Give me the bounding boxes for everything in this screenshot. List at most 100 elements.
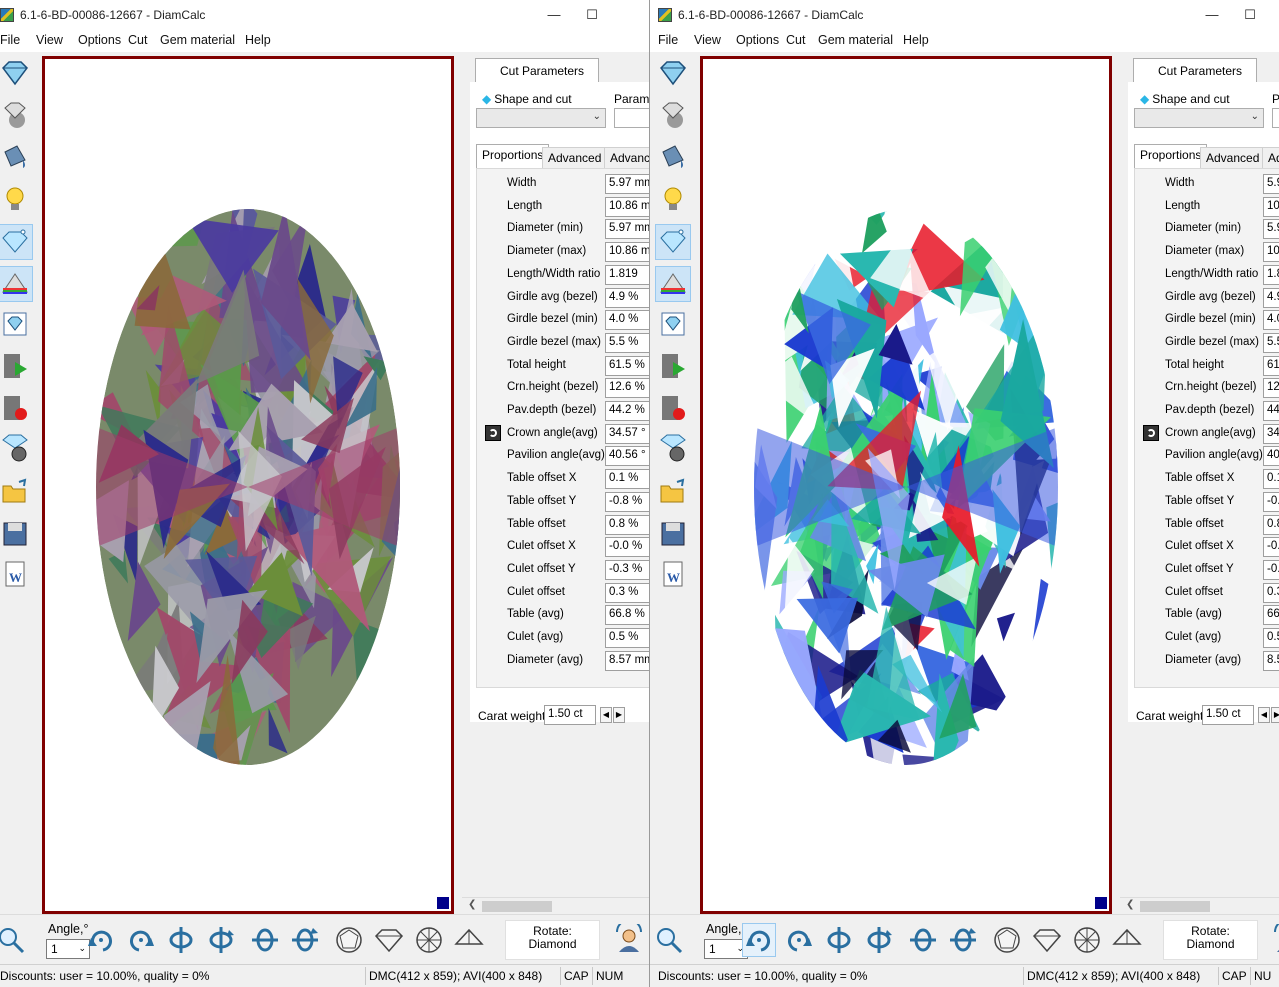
scroll-thumb[interactable]	[1140, 901, 1210, 912]
maximize-icon[interactable]: ☐	[580, 4, 604, 26]
rotate-mode-box[interactable]: Rotate: Diamond	[505, 920, 600, 960]
spin-right-button[interactable]: ▶	[1271, 707, 1279, 723]
gem-on-sphere-icon[interactable]	[0, 98, 33, 134]
tab-ad[interactable]: Ad	[1262, 147, 1279, 168]
open-folder-icon[interactable]	[655, 474, 691, 510]
diamond-view-icon[interactable]	[655, 56, 691, 92]
sparkle-diamond-icon[interactable]	[655, 224, 691, 260]
menu-help[interactable]: Help	[903, 33, 929, 47]
prop-value-field[interactable]: 61.5 %	[605, 355, 649, 376]
zoom-icon[interactable]	[652, 923, 686, 957]
top-view-icon[interactable]	[990, 923, 1024, 957]
crown-angle-icon[interactable]	[1143, 424, 1159, 441]
prop-value-field[interactable]: 10.86 mm	[605, 242, 649, 263]
flip-horizontal-icon[interactable]	[164, 923, 198, 957]
prop-value-field[interactable]: 4.9 %	[605, 287, 649, 308]
zoom-icon[interactable]	[0, 923, 28, 957]
save-disk-icon[interactable]	[0, 516, 33, 552]
prop-value-field[interactable]: 10	[1263, 242, 1279, 263]
prop-value-field[interactable]: 8.5	[1263, 650, 1279, 671]
prop-value-field[interactable]: 40.56 °	[605, 446, 649, 467]
tilt-back-icon[interactable]	[946, 923, 980, 957]
panel-scrollbar[interactable]: ❮	[462, 897, 649, 914]
open-folder-icon[interactable]	[0, 474, 33, 510]
tab-cut-parameters[interactable]: Cut Parameters	[1133, 58, 1257, 82]
profile-view-icon[interactable]	[452, 923, 486, 957]
resize-corner[interactable]	[1095, 897, 1107, 909]
tilt-back-icon[interactable]	[288, 923, 322, 957]
rotate-cw-icon[interactable]	[84, 923, 118, 957]
shape-combo[interactable]: ⌄	[476, 108, 606, 128]
prop-value-field[interactable]: -0.8 %	[605, 491, 649, 512]
diamond-render[interactable]	[703, 59, 1109, 911]
prop-value-field[interactable]: 12	[1263, 378, 1279, 399]
gem-on-sphere-icon[interactable]	[655, 98, 691, 134]
spin-right-button[interactable]: ▶	[613, 707, 625, 723]
diamond-view-icon[interactable]	[0, 56, 33, 92]
minimize-icon[interactable]: —	[542, 4, 566, 26]
prop-value-field[interactable]: 8.57 mm	[605, 650, 649, 671]
prop-value-field[interactable]: 0.1 %	[605, 469, 649, 490]
resize-corner[interactable]	[437, 897, 449, 909]
menu-file[interactable]: File	[0, 33, 20, 47]
rotate-ccw-icon[interactable]	[782, 923, 816, 957]
diamond-viewport[interactable]	[42, 56, 454, 914]
flip-horizontal-2-icon[interactable]	[862, 923, 896, 957]
bottom-view-icon[interactable]	[412, 923, 446, 957]
prop-value-field[interactable]: 0.5	[1263, 628, 1279, 648]
prop-value-field[interactable]: 34	[1263, 423, 1279, 444]
prop-value-field[interactable]: 44	[1263, 401, 1279, 421]
film-reel-icon[interactable]	[655, 430, 691, 466]
prop-value-field[interactable]: 61	[1263, 355, 1279, 376]
video-record-icon[interactable]	[655, 390, 691, 426]
user-rotate-icon[interactable]	[1270, 923, 1279, 957]
tab-cut-parameters[interactable]: Cut Parameters	[475, 58, 599, 82]
bottom-view-icon[interactable]	[1070, 923, 1104, 957]
prop-value-field[interactable]: 0.3	[1263, 582, 1279, 603]
prop-value-field[interactable]: -0.0 %	[605, 537, 649, 558]
parameter-input[interactable]	[614, 108, 649, 128]
menu-view[interactable]: View	[36, 33, 63, 47]
tab-proportions[interactable]: Proportions	[1134, 144, 1208, 168]
video-record-icon[interactable]	[0, 390, 33, 426]
side-view-icon[interactable]	[372, 923, 406, 957]
crown-angle-icon[interactable]	[485, 424, 501, 441]
rainbow-prism-icon[interactable]	[655, 266, 691, 302]
minimize-icon[interactable]: —	[1200, 4, 1224, 26]
diamond-image-icon[interactable]	[0, 306, 33, 342]
prop-value-field[interactable]: 5.97 mm	[605, 219, 649, 240]
prop-value-field[interactable]: 1.819	[605, 264, 649, 285]
prop-value-field[interactable]: 40	[1263, 446, 1279, 467]
paint-bucket-icon[interactable]	[0, 140, 33, 176]
tab-advanced[interactable]: Advanced	[604, 147, 649, 168]
scroll-thumb[interactable]	[482, 901, 552, 912]
prop-value-field[interactable]: 4.0	[1263, 310, 1279, 331]
paint-bucket-icon[interactable]	[655, 140, 691, 176]
tab-proportions[interactable]: Proportions	[476, 144, 550, 168]
prop-value-field[interactable]: 5.9	[1263, 174, 1279, 194]
top-view-icon[interactable]	[332, 923, 366, 957]
prop-value-field[interactable]: 10	[1263, 196, 1279, 217]
side-view-icon[interactable]	[1030, 923, 1064, 957]
prop-value-field[interactable]: 5.5 %	[605, 332, 649, 353]
diamond-image-icon[interactable]	[655, 306, 691, 342]
rotate-ccw-icon[interactable]	[124, 923, 158, 957]
flip-horizontal-2-icon[interactable]	[204, 923, 238, 957]
word-document-icon[interactable]: W	[0, 556, 33, 592]
video-play-icon[interactable]	[0, 348, 33, 384]
flip-horizontal-icon[interactable]	[822, 923, 856, 957]
menu-gem-material[interactable]: Gem material	[818, 33, 893, 47]
prop-value-field[interactable]: 44.2 %	[605, 401, 649, 421]
tilt-forward-icon[interactable]	[248, 923, 282, 957]
profile-view-icon[interactable]	[1110, 923, 1144, 957]
tab-advanced[interactable]: Advanced	[542, 147, 608, 168]
spin-left-button[interactable]: ◀	[1258, 707, 1270, 723]
word-document-icon[interactable]: W	[655, 556, 691, 592]
prop-value-field[interactable]: 5.9	[1263, 219, 1279, 240]
rainbow-prism-icon[interactable]	[0, 266, 33, 302]
prop-value-field[interactable]: -0.3 %	[605, 559, 649, 580]
user-rotate-icon[interactable]	[612, 923, 646, 957]
prop-value-field[interactable]: 4.0 %	[605, 310, 649, 331]
prop-value-field[interactable]: 34.57 °	[605, 423, 649, 444]
menu-help[interactable]: Help	[245, 33, 271, 47]
